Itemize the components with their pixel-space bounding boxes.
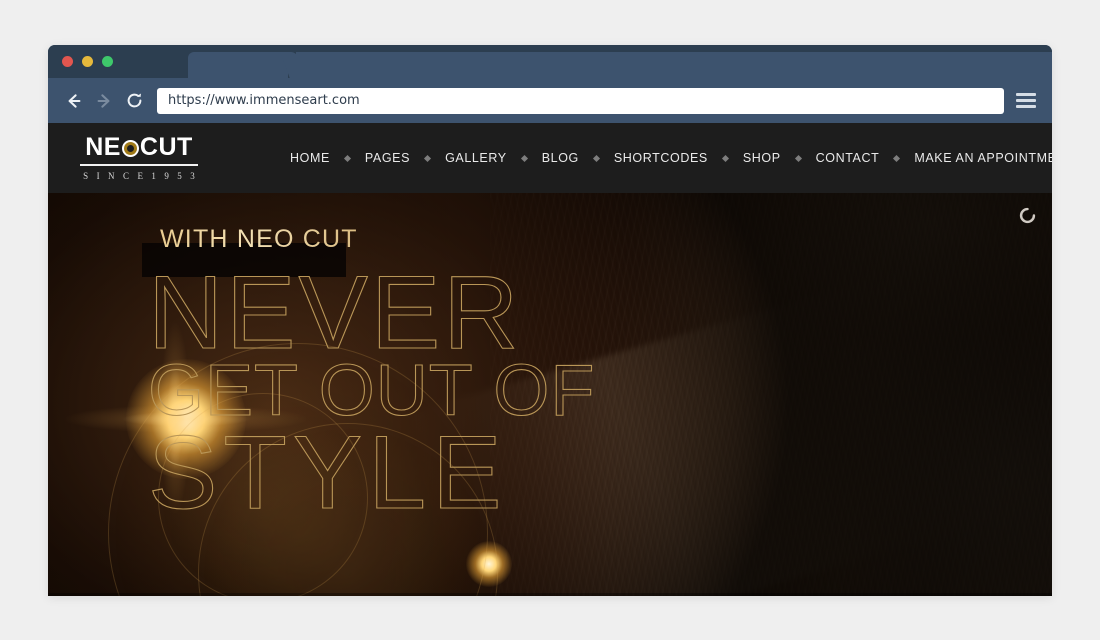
logo-text-cut: CUT (139, 133, 193, 161)
nav-item-pages[interactable]: PAGES (365, 151, 410, 165)
nav-separator-diamond-icon (893, 154, 901, 162)
reload-button[interactable] (122, 89, 146, 113)
nav-separator-diamond-icon (343, 154, 351, 162)
nav-item-home[interactable]: HOME (290, 151, 330, 165)
hero-eyebrow: WITH NEO CUT (148, 221, 370, 260)
address-bar[interactable]: https://www.immenseart.com (157, 87, 1004, 114)
forward-button[interactable] (92, 89, 116, 113)
hero-headline-line-2: GET OUT OF (147, 350, 596, 431)
browser-window: https://www.immenseart.com NE CUT S I N … (48, 45, 1052, 596)
logo-wordmark: NE CUT (80, 135, 198, 166)
hamburger-line-1 (1016, 93, 1036, 96)
hamburger-menu-icon[interactable] (1016, 93, 1036, 108)
browser-tab-strip (48, 45, 1052, 78)
window-close-button[interactable] (62, 56, 73, 67)
nav-item-contact[interactable]: CONTACT (816, 151, 880, 165)
nav-item-shop[interactable]: SHOP (743, 151, 781, 165)
url-text: https://www.immenseart.com (168, 93, 360, 108)
loading-spinner-icon[interactable] (1019, 207, 1036, 224)
window-maximize-button[interactable] (102, 56, 113, 67)
page-viewport: NE CUT S I N C E 1 9 5 3 HOME PAGES GALL… (48, 123, 1052, 596)
hero-section: WITH NEO CUT NEVER GET OUT OF STYLE (48, 193, 1052, 596)
hero-headline-line-3: STYLE (147, 414, 508, 531)
reload-icon (125, 91, 144, 110)
nav-separator-diamond-icon (592, 154, 600, 162)
browser-tab[interactable] (188, 52, 288, 78)
back-button[interactable] (62, 89, 86, 113)
viewport-bottom-edge (48, 593, 1052, 596)
nav-item-appointment[interactable]: MAKE AN APPOINTMENT (914, 151, 1052, 165)
site-header: NE CUT S I N C E 1 9 5 3 HOME PAGES GALL… (48, 123, 1052, 193)
hero-copy: WITH NEO CUT NEVER GET OUT OF STYLE (142, 221, 596, 531)
nav-item-blog[interactable]: BLOG (542, 151, 579, 165)
window-traffic-lights (62, 56, 113, 67)
nav-item-shortcodes[interactable]: SHORTCODES (614, 151, 708, 165)
logo-tagline: S I N C E 1 9 5 3 (83, 171, 198, 181)
nav-separator-diamond-icon (794, 154, 802, 162)
hamburger-line-2 (1016, 99, 1036, 102)
forward-arrow-icon (95, 92, 113, 110)
main-navigation: HOME PAGES GALLERY BLOG SHORTCODES SHOP … (198, 151, 1052, 165)
nav-item-gallery[interactable]: GALLERY (445, 151, 507, 165)
logo-circle-o-icon (121, 140, 139, 157)
nav-separator-diamond-icon (721, 154, 729, 162)
hamburger-line-3 (1016, 105, 1036, 108)
nav-separator-diamond-icon (424, 154, 432, 162)
back-arrow-icon (65, 92, 83, 110)
browser-toolbar: https://www.immenseart.com (48, 78, 1052, 123)
nav-separator-diamond-icon (520, 154, 528, 162)
tab-strip-filler (296, 52, 1052, 78)
window-minimize-button[interactable] (82, 56, 93, 67)
site-logo[interactable]: NE CUT S I N C E 1 9 5 3 (80, 135, 198, 181)
hero-headline-line-1: NEVER (147, 255, 522, 371)
logo-text-ne: NE (85, 133, 121, 161)
